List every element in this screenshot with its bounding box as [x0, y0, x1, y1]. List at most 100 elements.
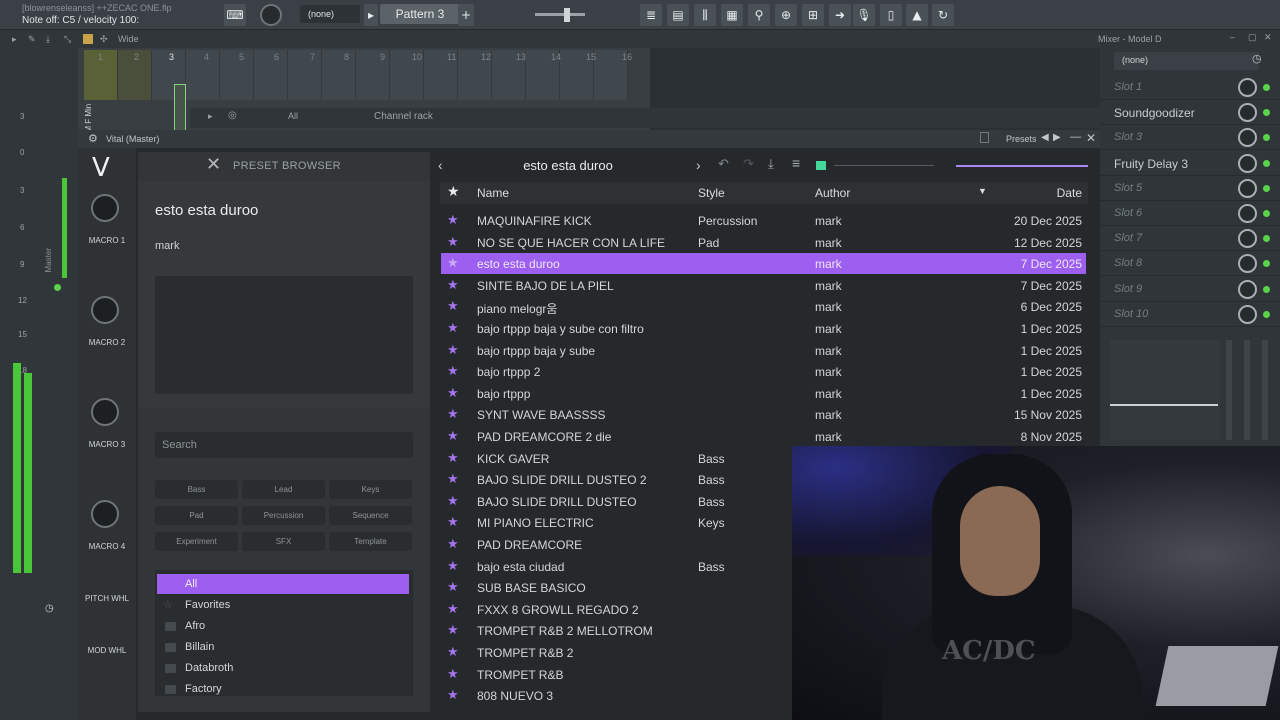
- favorite-star-icon[interactable]: ★: [447, 451, 459, 466]
- folder-afro[interactable]: Afro: [157, 616, 409, 636]
- folder-factory[interactable]: Factory: [157, 679, 409, 696]
- effect-slot[interactable]: Fruity Delay 3: [1100, 151, 1280, 176]
- rack-step[interactable]: [322, 50, 356, 100]
- macro-1-knob[interactable]: [91, 194, 119, 222]
- tag-sequence[interactable]: Sequence: [329, 506, 412, 525]
- favorite-star-icon[interactable]: ★: [447, 580, 459, 595]
- favorite-star-icon[interactable]: ★: [447, 429, 459, 444]
- file-icon[interactable]: ▯: [880, 4, 902, 26]
- slot-enable-led[interactable]: [1263, 109, 1270, 117]
- refresh-icon[interactable]: ↻: [932, 4, 954, 26]
- mixer-preset-select[interactable]: (none): [1114, 52, 1259, 70]
- effect-slot[interactable]: Slot 3: [1100, 125, 1280, 151]
- effect-slot[interactable]: Slot 5: [1100, 176, 1280, 201]
- preset-row[interactable]: ★ SINTE BAJO DE LA PIEL mark 7 Dec 2025: [441, 275, 1086, 296]
- slot-mix-knob[interactable]: [1238, 204, 1257, 223]
- eq-curve[interactable]: [1110, 404, 1218, 406]
- preset-row[interactable]: ★ piano melogr움 mark 6 Dec 2025: [441, 296, 1086, 317]
- folder-databroth[interactable]: Databroth: [157, 658, 409, 678]
- rack-step[interactable]: [288, 50, 322, 100]
- slot-mix-knob[interactable]: [1238, 128, 1257, 148]
- preset-row[interactable]: ★ esto esta duroo mark 7 Dec 2025: [441, 253, 1086, 275]
- minimize-icon[interactable]: —: [1070, 131, 1081, 143]
- plugin-icon[interactable]: ⚲: [748, 4, 770, 26]
- rack-step[interactable]: [186, 50, 220, 100]
- piano-roll-icon[interactable]: ▤: [667, 4, 689, 26]
- favorite-star-icon[interactable]: ★: [447, 472, 459, 487]
- favorite-star-icon[interactable]: ★: [447, 515, 459, 530]
- star-filter-icon[interactable]: ★: [447, 184, 460, 200]
- favorite-star-icon[interactable]: ★: [447, 407, 459, 422]
- chevron-left-icon[interactable]: ‹: [438, 157, 443, 173]
- master-pitch-knob[interactable]: [260, 4, 282, 26]
- pattern-prev-icon[interactable]: ▸: [364, 4, 378, 26]
- slot-enable-led[interactable]: [1263, 159, 1270, 167]
- gear-icon[interactable]: ⚙: [88, 132, 98, 145]
- preset-search-input[interactable]: Search: [155, 432, 413, 458]
- preset-row[interactable]: ★ MAQUINAFIRE KICK Percussion mark 20 Dec 20…: [441, 210, 1086, 231]
- microphone-icon[interactable]: 🎙: [853, 4, 875, 26]
- folder-all[interactable]: All: [157, 574, 409, 594]
- tag-pad[interactable]: Pad: [155, 506, 238, 525]
- preset-row[interactable]: ★ PAD DREAMCORE 2 die mark 8 Nov 2025: [441, 426, 1086, 447]
- project-tree-icon[interactable]: ⊞: [802, 4, 824, 26]
- favorite-star-icon[interactable]: ★: [447, 688, 459, 703]
- preset-row[interactable]: ★ bajo rtppp mark 1 Dec 2025: [441, 383, 1086, 404]
- column-name[interactable]: Name: [477, 186, 509, 200]
- tag-sfx[interactable]: SFX: [242, 532, 325, 551]
- screen-icon[interactable]: [980, 132, 989, 143]
- favorite-star-icon[interactable]: ★: [447, 278, 459, 293]
- preset-row[interactable]: ★ bajo rtppp 2 mark 1 Dec 2025: [441, 361, 1086, 382]
- fader-track[interactable]: [1226, 340, 1232, 440]
- favorite-star-icon[interactable]: ★: [447, 235, 459, 250]
- close-icon[interactable]: ✕: [1086, 131, 1096, 145]
- typing-keyboard-icon[interactable]: ⌨: [224, 4, 246, 26]
- swing-icon[interactable]: ◎: [228, 110, 237, 121]
- tag-bass[interactable]: Bass: [155, 480, 238, 499]
- prev-preset-icon[interactable]: ◀: [1041, 132, 1049, 143]
- column-date[interactable]: Date: [1057, 186, 1082, 200]
- effect-slot[interactable]: Slot 8: [1100, 251, 1280, 277]
- next-preset-icon[interactable]: ▶: [1053, 132, 1061, 143]
- clock-icon[interactable]: ◷: [45, 603, 54, 614]
- maximize-icon[interactable]: ▢: [1248, 32, 1257, 43]
- preset-row[interactable]: ★ bajo rtppp baja y sube con filtro mark 1 …: [441, 318, 1086, 339]
- effect-slot[interactable]: Soundgoodizer: [1100, 100, 1280, 126]
- slot-enable-led[interactable]: [1263, 210, 1270, 217]
- tag-experiment[interactable]: Experiment: [155, 532, 238, 551]
- color-swatch[interactable]: [83, 34, 93, 44]
- preset-row[interactable]: ★ NO SE QUE HACER CON LA LIFE Pad mark 12 De…: [441, 232, 1086, 253]
- slot-mix-knob[interactable]: [1238, 178, 1257, 198]
- column-style[interactable]: Style: [698, 186, 725, 200]
- fader-track[interactable]: [1262, 340, 1268, 440]
- favorite-star-icon[interactable]: ★: [447, 494, 459, 509]
- snap-select[interactable]: (none): [300, 5, 360, 23]
- arrow-right-icon[interactable]: ➜: [829, 4, 851, 26]
- macro-3-knob[interactable]: [91, 398, 119, 426]
- slot-mix-knob[interactable]: [1238, 229, 1257, 249]
- favorite-star-icon[interactable]: ★: [447, 667, 459, 682]
- browser-icon[interactable]: ⊕: [775, 4, 797, 26]
- filter-group[interactable]: All: [288, 111, 298, 121]
- favorite-star-icon[interactable]: ★: [447, 386, 459, 401]
- paint-icon[interactable]: ⤓: [46, 34, 50, 45]
- volume-meter[interactable]: [956, 165, 1088, 167]
- preset-row[interactable]: ★ SYNT WAVE BAASSSS mark 15 Nov 2025: [441, 404, 1086, 425]
- stamp-icon[interactable]: ▲: [906, 4, 928, 26]
- save-icon[interactable]: ⤓: [768, 156, 774, 172]
- menu-icon[interactable]: ≡: [792, 155, 800, 171]
- slot-enable-led[interactable]: [1263, 235, 1270, 243]
- pattern-selector[interactable]: Pattern 3: [380, 4, 460, 24]
- current-preset-name[interactable]: esto esta duroo: [498, 158, 638, 173]
- slot-enable-led[interactable]: [1263, 310, 1270, 318]
- close-browser-icon[interactable]: ✕: [206, 154, 221, 175]
- effect-slot[interactable]: Slot 1: [1100, 75, 1280, 100]
- effect-slot[interactable]: Slot 10: [1100, 302, 1280, 327]
- rack-step[interactable]: [220, 50, 254, 100]
- favorite-star-icon[interactable]: ★: [447, 343, 459, 358]
- column-author[interactable]: Author: [815, 186, 850, 200]
- slot-mix-knob[interactable]: [1238, 279, 1257, 299]
- slot-enable-led[interactable]: [1263, 184, 1270, 192]
- arrow-icon[interactable]: ▸: [12, 34, 17, 45]
- close-icon[interactable]: ✕: [1264, 32, 1272, 43]
